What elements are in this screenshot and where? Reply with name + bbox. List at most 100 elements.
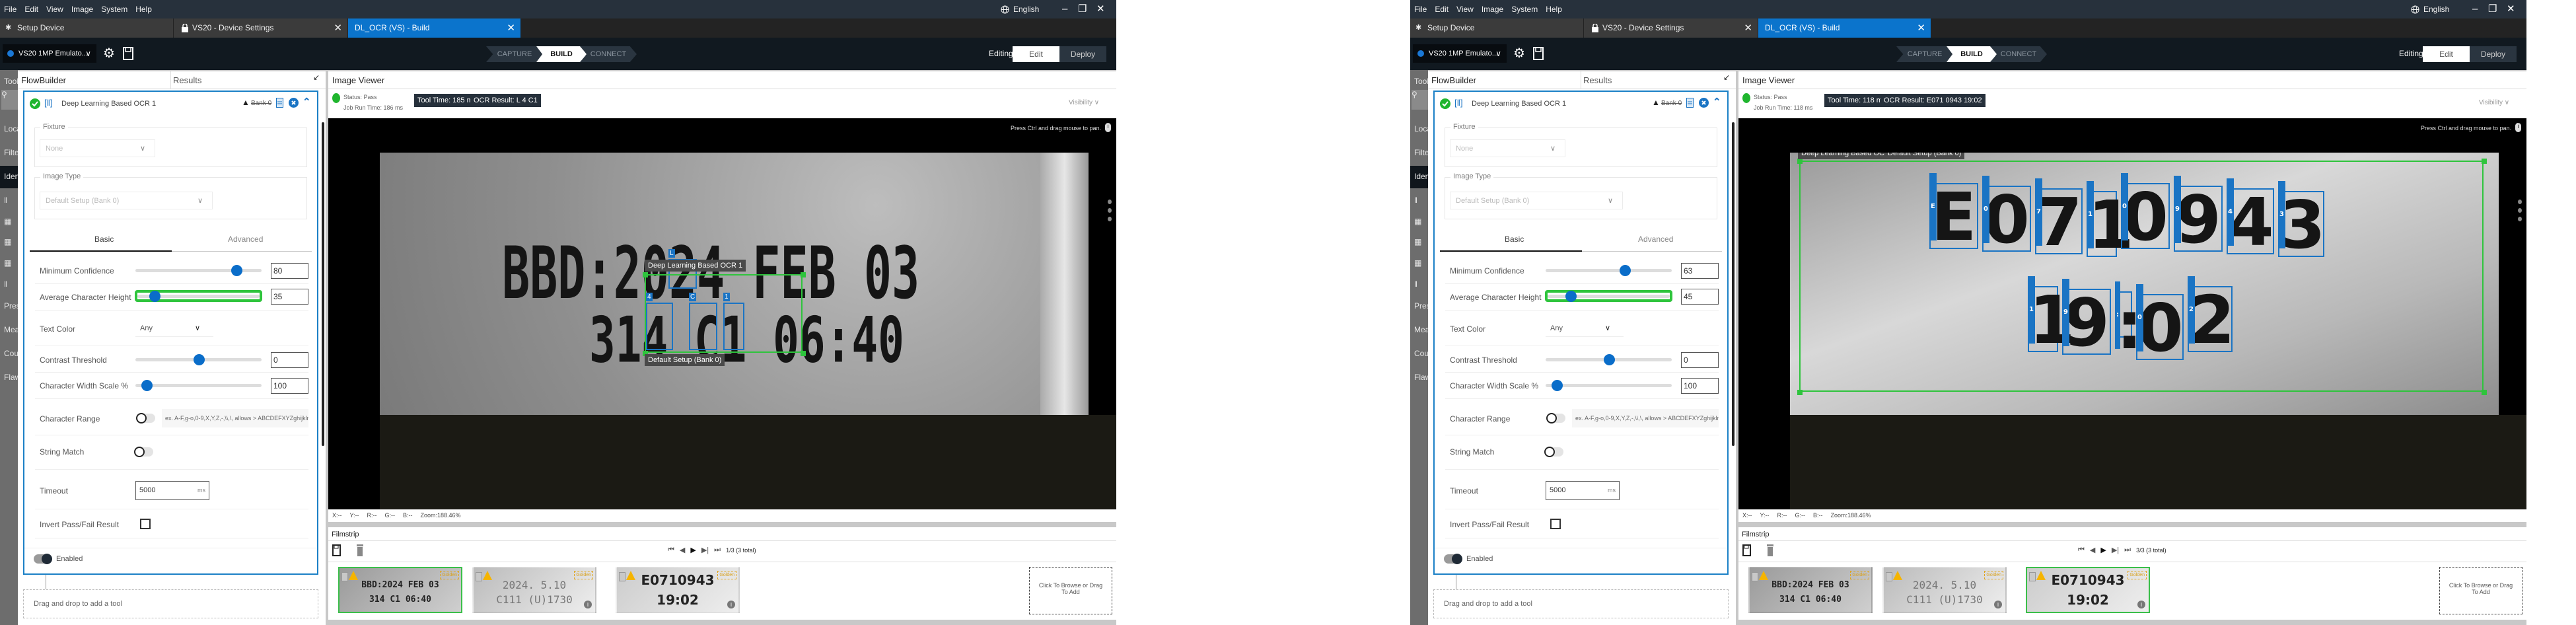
flowbuilder-scrollbar[interactable] <box>322 122 324 446</box>
collapse-panel-icon[interactable]: ↙ <box>1723 73 1730 82</box>
last-frame-icon[interactable]: ⏭ <box>714 546 721 555</box>
slider-thumb[interactable] <box>1603 354 1615 365</box>
step-capture[interactable]: CAPTURE <box>1896 46 1953 62</box>
drop-tool-zone[interactable]: Drag and drop to add a tool <box>1433 589 1729 618</box>
min-confidence-slider[interactable] <box>135 265 262 276</box>
step-connect[interactable]: CONNECT <box>580 46 637 62</box>
contrast-threshold-input[interactable]: 0 <box>1681 352 1719 368</box>
deploy-button[interactable]: Deploy <box>1059 46 1106 62</box>
menu-edit[interactable]: Edit <box>24 0 38 18</box>
edit-button[interactable]: Edit <box>2423 46 2470 62</box>
results-tab[interactable]: Results <box>173 73 201 89</box>
enabled-toggle[interactable] <box>34 554 52 564</box>
image-type-dropdown[interactable]: Default Setup (Bank 0) ∨ <box>1450 192 1623 209</box>
tab-build[interactable]: DL_OCR (VS) - Build ✕ <box>348 18 521 38</box>
tab-device-settings[interactable]: VS20 - Device Settings ✕ <box>1584 18 1758 38</box>
inspection-image[interactable]: BBD:2024 FEB 03 314 C1 06:40 L 4 C 1 Deep Lear… <box>380 153 1089 415</box>
prev-frame-icon[interactable]: ◀ <box>2090 546 2095 555</box>
barcode-tool-icon[interactable]: ‖ <box>4 196 7 205</box>
tool-category-filter[interactable]: Filte <box>4 148 18 157</box>
add-image-dropzone[interactable]: Click To Browse or Drag To Add <box>1029 567 1112 614</box>
tab-advanced[interactable]: Advanced <box>228 235 263 244</box>
contrast-threshold-slider[interactable] <box>135 354 262 365</box>
restore-icon[interactable]: ❐ <box>1078 0 1087 18</box>
slider-thumb[interactable] <box>231 265 242 276</box>
fixture-dropdown[interactable]: None ∨ <box>1450 139 1565 157</box>
tool-category-identify[interactable]: Iden <box>1414 172 1428 181</box>
tool-category-locate[interactable]: Loca <box>1414 124 1428 133</box>
step-build[interactable]: BUILD <box>1947 46 1997 62</box>
datamatrix-tool-icon[interactable]: ▦ <box>4 217 11 226</box>
add-image-dropzone[interactable]: Click To Browse or Drag To Add <box>2439 567 2522 614</box>
play-icon[interactable]: ▶ <box>2100 546 2106 555</box>
device-dropdown[interactable]: VS20 1MP Emulato... ∨ <box>3 44 96 63</box>
step-capture[interactable]: CAPTURE <box>486 46 543 62</box>
timeout-input[interactable]: 5000 ms <box>1546 481 1620 500</box>
roi-handle[interactable] <box>2482 390 2487 395</box>
menu-image[interactable]: Image <box>1482 0 1503 18</box>
tool-category-count[interactable]: Cou <box>4 349 18 358</box>
char-width-scale-slider[interactable] <box>135 380 262 391</box>
close-tab-icon[interactable]: ✕ <box>334 18 342 38</box>
info-icon[interactable]: i <box>2137 601 2145 608</box>
roi-handle[interactable] <box>1797 159 1803 164</box>
menu-system[interactable]: System <box>1511 0 1538 18</box>
tool-category-flaw[interactable]: Flaw <box>1414 373 1428 382</box>
menu-file[interactable]: File <box>1414 0 1427 18</box>
slider-thumb[interactable] <box>1565 291 1577 302</box>
info-icon[interactable]: i <box>584 601 592 608</box>
menu-view[interactable]: View <box>1456 0 1474 18</box>
document-icon[interactable] <box>276 98 283 108</box>
remove-tool-icon[interactable] <box>1699 98 1709 108</box>
char-width-scale-slider[interactable] <box>1546 380 1672 391</box>
text-color-dropdown[interactable]: Any ∨ <box>1546 321 1624 337</box>
first-frame-icon[interactable]: ⏮ <box>668 546 674 555</box>
datamatrix-tool-icon[interactable]: ▦ <box>1414 217 1421 226</box>
slider-thumb[interactable] <box>1620 265 1631 276</box>
close-window-icon[interactable]: ✕ <box>1096 0 1105 18</box>
char-range-toggle[interactable] <box>136 413 155 423</box>
step-connect[interactable]: CONNECT <box>1990 46 2047 62</box>
flowbuilder-title[interactable]: FlowBuilder <box>21 73 66 89</box>
tab-device-settings[interactable]: VS20 - Device Settings ✕ <box>174 18 348 38</box>
roi-handle[interactable] <box>2482 159 2487 164</box>
barcode-tool-icon[interactable]: ‖ <box>1414 196 1417 205</box>
string-match-toggle[interactable] <box>1544 447 1563 457</box>
tab-setup-device[interactable]: ✱ Setup Device <box>0 18 174 38</box>
remove-tool-icon[interactable] <box>289 98 299 108</box>
more-options-icon[interactable] <box>2518 200 2522 226</box>
tools-search-icon[interactable]: ⚲ <box>1412 90 1428 110</box>
menu-help[interactable]: Help <box>135 0 152 18</box>
avg-char-height-slider[interactable] <box>1548 291 1670 302</box>
restore-icon[interactable]: ❐ <box>2488 0 2497 18</box>
close-tab-icon[interactable]: ✕ <box>1744 18 1752 38</box>
menu-system[interactable]: System <box>101 0 127 18</box>
filmstrip-thumb-1[interactable]: Golden BBD:2024 FEB 03 314 C1 06:40 <box>1748 567 1873 613</box>
tool-category-locate[interactable]: Loca <box>4 124 18 133</box>
next-frame-icon[interactable]: ▶| <box>701 546 709 555</box>
edit-button[interactable]: Edit <box>1013 46 1059 62</box>
filmstrip-thumb-2[interactable]: Golden 2024. 5.10 C111 (U)1730 i <box>1882 567 2007 613</box>
contrast-threshold-slider[interactable] <box>1546 354 1672 365</box>
visibility-dropdown[interactable]: Visibility ∨ <box>2479 99 2509 106</box>
roi-handle[interactable] <box>801 272 806 277</box>
slider-thumb[interactable] <box>149 291 161 302</box>
min-confidence-slider[interactable] <box>1546 265 1672 276</box>
device-dropdown[interactable]: VS20 1MP Emulato... ∨ <box>1413 44 1507 63</box>
gear-icon[interactable]: ⚙ <box>1513 45 1525 61</box>
tool-category-flaw[interactable]: Flaw <box>4 373 18 382</box>
play-icon[interactable]: ▶ <box>690 546 696 555</box>
tool-category-count[interactable]: Cou <box>1414 349 1428 358</box>
text-color-dropdown[interactable]: Any ∨ <box>135 321 213 337</box>
inspection-image[interactable]: Deep Learning Based OCR 1 Default Setup (… <box>1790 153 2499 415</box>
tool-category-presence[interactable]: Pres <box>1414 301 1428 311</box>
char-range-input[interactable]: ex. A-F,g-o,0-9,X,Y,Z,-,\\,\, allows > A… <box>162 409 308 427</box>
menu-help[interactable]: Help <box>1546 0 1562 18</box>
tab-setup-device[interactable]: ✱ Setup Device <box>1410 18 1584 38</box>
collapse-card-icon[interactable]: ⌃ <box>303 96 311 108</box>
next-frame-icon[interactable]: ▶| <box>2112 546 2119 555</box>
document-icon[interactable] <box>1686 98 1694 108</box>
step-build[interactable]: BUILD <box>536 46 587 62</box>
dl-ocr-tool-icon[interactable]: ‖ <box>4 279 7 289</box>
tab-basic[interactable]: Basic <box>94 235 114 244</box>
